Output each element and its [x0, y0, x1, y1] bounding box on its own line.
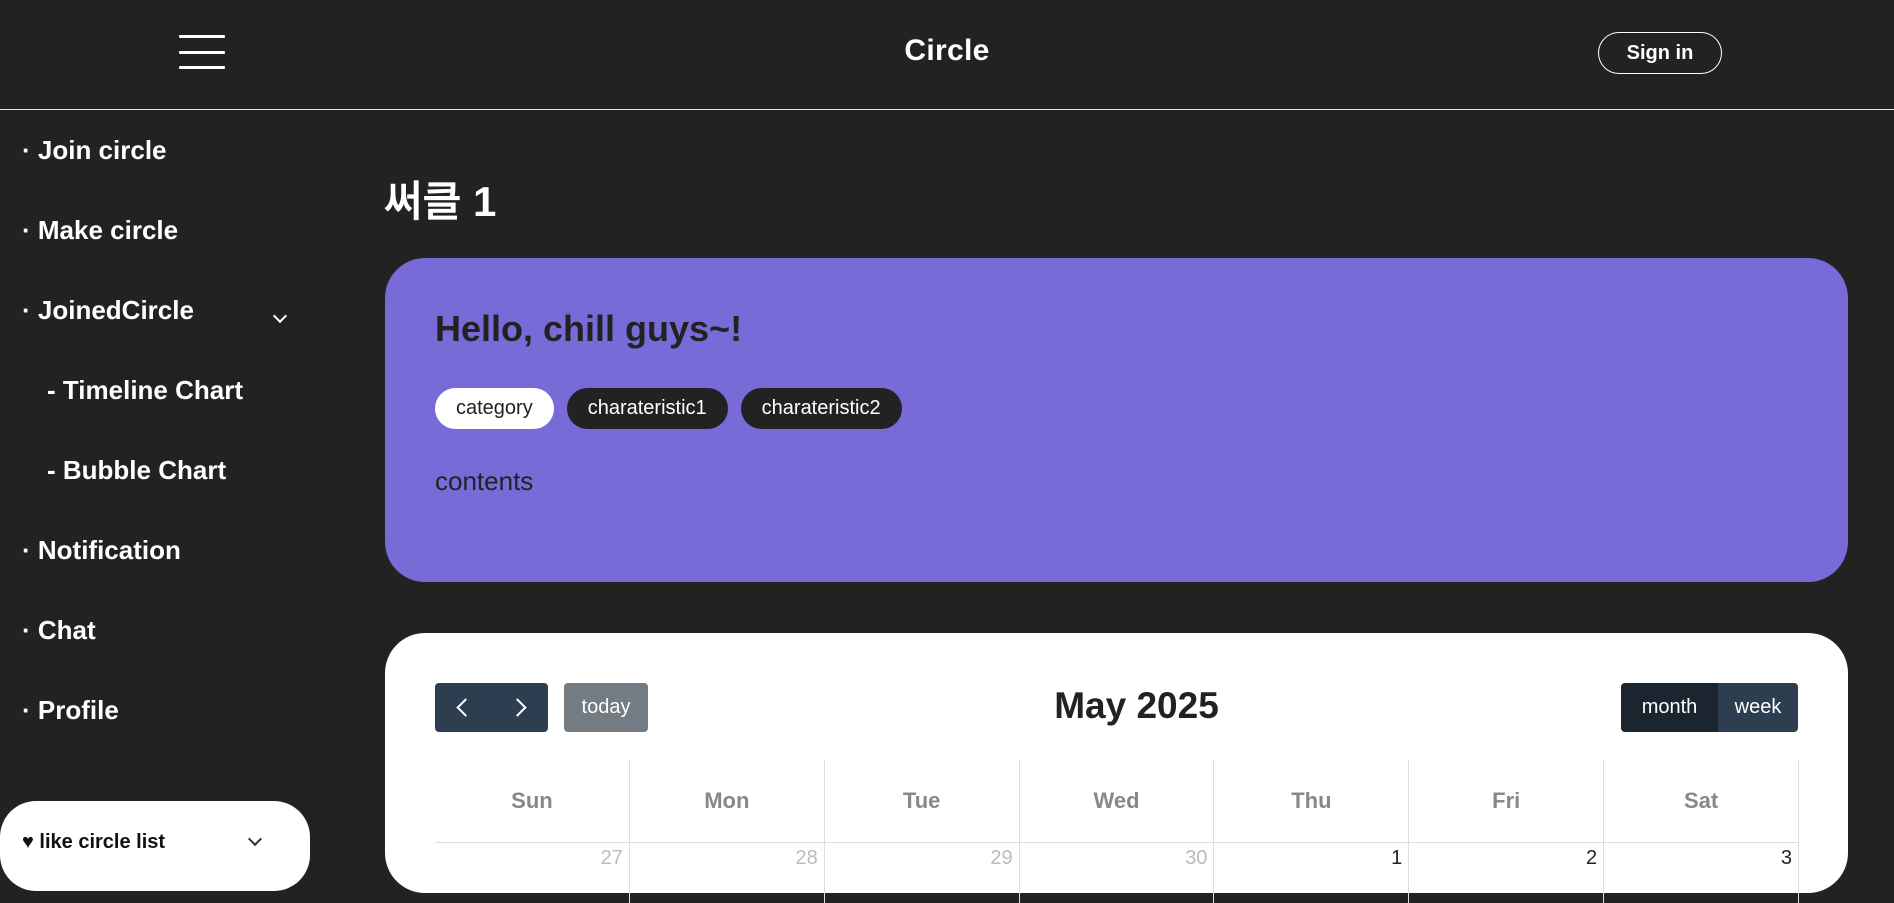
characteristic-tag[interactable]: charateristic2 [740, 388, 902, 429]
sign-in-button[interactable]: Sign in [1598, 32, 1722, 74]
week-view-button[interactable]: week [1718, 683, 1798, 732]
day-number: 28 [795, 847, 818, 869]
sidebar-item-notification[interactable]: · Notification [22, 535, 181, 566]
calendar-grid: Sun Mon Tue Wed Thu Fri Sat 27 28 29 30 … [435, 760, 1800, 903]
circle-intro-card: Hello, chill guys~! category charaterist… [385, 258, 1848, 582]
day-header-tue: Tue [825, 760, 1020, 842]
day-cell[interactable]: 2 [1409, 843, 1605, 903]
day-header-wed: Wed [1020, 760, 1215, 842]
day-number: 1 [1391, 847, 1403, 869]
characteristic-tag[interactable]: charateristic1 [566, 388, 728, 429]
month-view-button[interactable]: month [1621, 683, 1718, 732]
category-tag[interactable]: category [435, 388, 554, 429]
day-number: 30 [1185, 847, 1208, 869]
calendar-card: today May 2025 month week Sun Mon Tue We… [385, 633, 1848, 903]
day-cell[interactable]: 1 [1214, 843, 1410, 903]
sidebar-item-bubble-chart[interactable]: - Bubble Chart [47, 455, 226, 486]
sidebar: · Join circle · Make circle · JoinedCirc… [0, 111, 340, 864]
calendar-view-toggle: month week [1621, 683, 1798, 732]
chevron-down-icon[interactable] [247, 831, 263, 847]
day-cell[interactable]: 28 [630, 843, 825, 903]
day-number: 2 [1586, 847, 1598, 869]
like-circle-list-panel[interactable]: ♥ like circle list [0, 801, 310, 891]
day-cell[interactable]: 3 [1604, 843, 1800, 903]
sidebar-item-chat[interactable]: · Chat [22, 615, 96, 646]
sidebar-item-profile[interactable]: · Profile [22, 695, 119, 726]
sidebar-item-join-circle[interactable]: · Join circle [22, 135, 167, 166]
circle-intro-title: Hello, chill guys~! [435, 308, 743, 349]
page-title: 써클 1 [384, 178, 497, 225]
day-number: 27 [600, 847, 623, 869]
day-cell[interactable]: 29 [825, 843, 1020, 903]
day-header-thu: Thu [1214, 760, 1410, 842]
calendar-week-row: 27 28 29 30 1 2 3 [435, 843, 1800, 903]
sidebar-item-make-circle[interactable]: · Make circle [22, 215, 178, 246]
like-circle-list-label: ♥ like circle list [22, 831, 166, 853]
day-header-fri: Fri [1409, 760, 1605, 842]
day-header-mon: Mon [630, 760, 825, 842]
day-header-sun: Sun [435, 760, 630, 842]
circle-intro-contents: contents [435, 466, 534, 496]
day-header-sat: Sat [1604, 760, 1800, 842]
day-cell[interactable]: 27 [435, 843, 630, 903]
sidebar-item-joined-circle[interactable]: · JoinedCircle [22, 295, 194, 326]
chevron-down-icon[interactable] [272, 308, 288, 324]
day-number: 3 [1780, 847, 1793, 869]
top-header: Circle Sign in [0, 0, 1894, 110]
day-cell[interactable]: 30 [1020, 843, 1215, 903]
day-header-row: Sun Mon Tue Wed Thu Fri Sat [435, 760, 1800, 843]
day-number: 29 [990, 847, 1013, 869]
sidebar-item-label: · JoinedCircle [22, 295, 194, 325]
sidebar-item-timeline-chart[interactable]: - Timeline Chart [47, 375, 243, 406]
tag-list: category charateristic1 charateristic2 [435, 388, 902, 429]
